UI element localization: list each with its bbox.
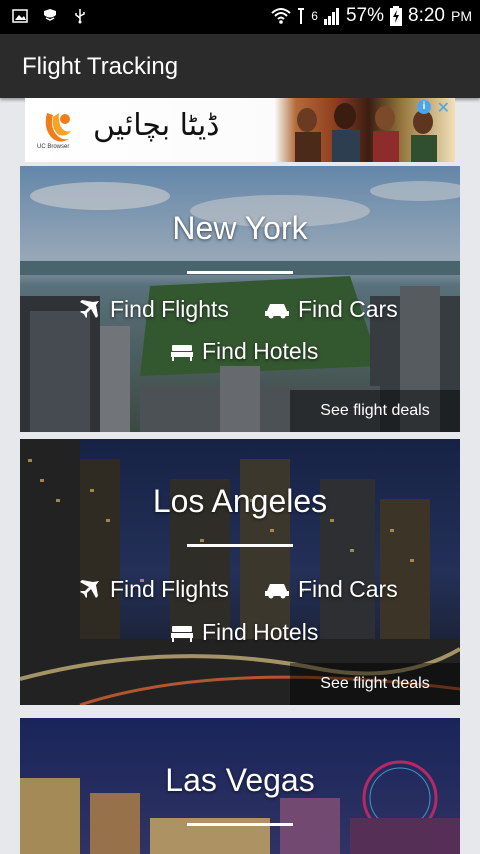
airplane-icon xyxy=(80,579,99,599)
city-card-las-vegas[interactable]: Las Vegas xyxy=(20,718,460,854)
battery-percent: 57% xyxy=(345,5,385,26)
ad-info-icon[interactable]: i xyxy=(417,100,431,114)
find-hotels-link[interactable]: Find Hotels xyxy=(170,619,318,646)
city-underline xyxy=(187,823,293,826)
bed-icon xyxy=(171,625,193,642)
city-name: Los Angeles xyxy=(152,483,328,519)
notification-icons xyxy=(12,8,88,24)
ad-headline: ڈیٹا بچائیں xyxy=(93,108,220,143)
see-flight-deals-button[interactable]: See flight deals xyxy=(290,390,460,432)
gallery-icon xyxy=(12,9,28,23)
ad-brand-text: UC Browser xyxy=(37,144,70,150)
city-name: New York xyxy=(172,210,308,246)
app-bar: Flight Tracking xyxy=(0,34,480,98)
status-indicators: 6 57% 8:20 PM xyxy=(271,5,472,27)
find-cars-label: Find Cars xyxy=(298,296,398,322)
find-cars-label: Find Cars xyxy=(298,576,398,602)
signal-icon xyxy=(323,8,339,25)
find-flights-link[interactable]: Find Flights xyxy=(78,576,229,603)
see-flight-deals-button[interactable]: See flight deals xyxy=(290,663,460,705)
battery-charging-icon xyxy=(390,6,403,26)
page-title: Flight Tracking xyxy=(22,53,179,80)
find-flights-label: Find Flights xyxy=(110,576,229,602)
ad-close-icon[interactable]: ✕ xyxy=(437,98,450,118)
car-icon xyxy=(265,583,289,598)
network-type: 6 xyxy=(311,9,318,23)
antenna-icon xyxy=(298,8,305,24)
bed-icon xyxy=(171,344,193,361)
city-underline xyxy=(187,544,293,547)
usb-icon xyxy=(75,9,85,24)
find-cars-link[interactable]: Find Cars xyxy=(264,576,398,603)
find-cars-link[interactable]: Find Cars xyxy=(264,296,398,323)
find-flights-link[interactable]: Find Flights xyxy=(78,296,229,323)
city-name: Las Vegas xyxy=(165,762,315,798)
clock-ampm: PM xyxy=(451,8,472,24)
ad-banner[interactable]: UC Browser ڈیٹا بچائیں i ✕ xyxy=(25,98,455,162)
find-hotels-link[interactable]: Find Hotels xyxy=(170,338,318,365)
airplane-icon xyxy=(80,299,99,319)
shield-icon xyxy=(44,9,56,21)
city-underline xyxy=(187,271,293,274)
car-icon xyxy=(265,303,289,318)
clock-time: 8:20 xyxy=(408,5,445,26)
wifi-icon xyxy=(271,8,291,24)
find-hotels-label: Find Hotels xyxy=(202,338,319,364)
city-card-new-york[interactable]: New York Find Flights Find Cars Find Hot… xyxy=(20,166,460,432)
find-hotels-label: Find Hotels xyxy=(202,619,319,645)
status-bar: 6 57% 8:20 PM xyxy=(0,0,480,34)
city-card-los-angeles[interactable]: Los Angeles Find Flights Find Cars Find … xyxy=(20,439,460,705)
find-flights-label: Find Flights xyxy=(110,296,229,322)
